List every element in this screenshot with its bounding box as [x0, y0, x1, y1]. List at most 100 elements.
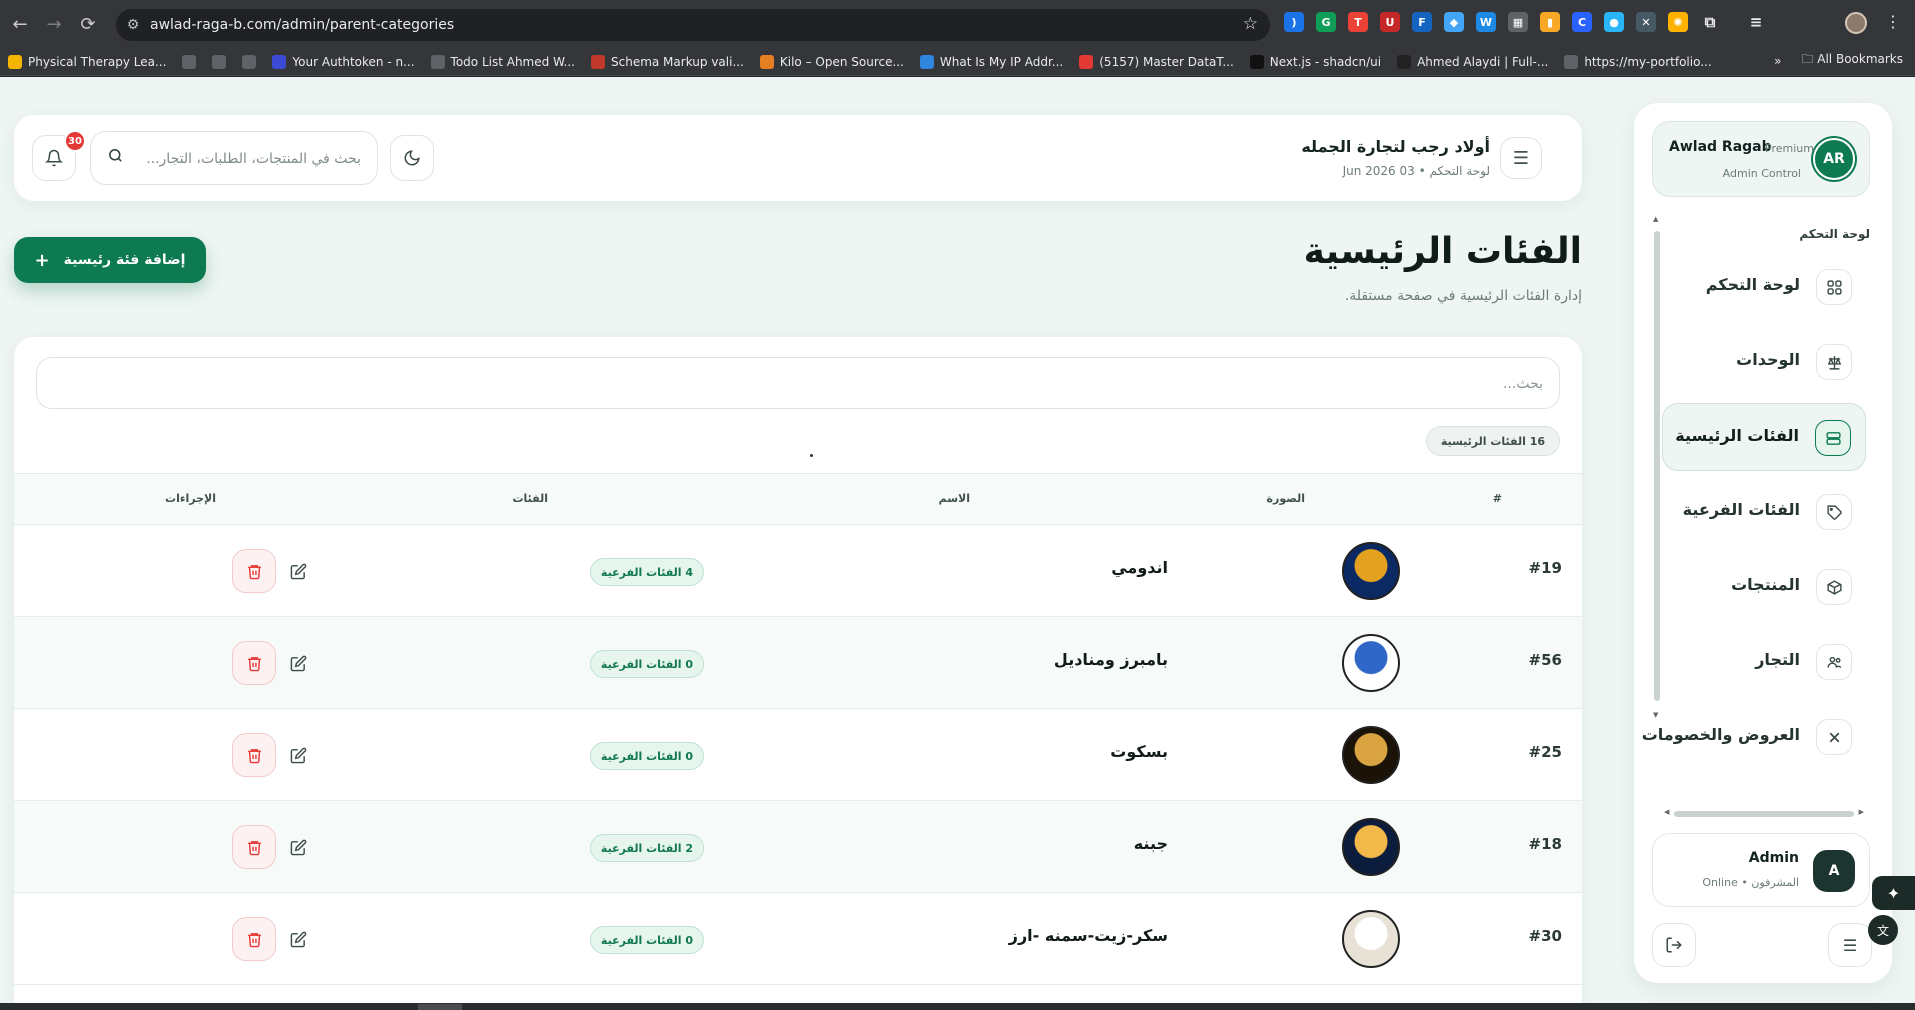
- puzzle-icon[interactable]: ⧉: [1700, 12, 1720, 32]
- extension-icon[interactable]: ▮: [1540, 12, 1560, 32]
- horizontal-scroll-thumb[interactable]: [418, 1004, 462, 1010]
- scroll-right-icon[interactable]: ▶: [1859, 808, 1864, 816]
- bookmark-item[interactable]: (5157) Master DataT...: [1071, 50, 1242, 74]
- categories-table-card: 16 الفئات الرئيسية # الصورة الاسم الفئات…: [14, 337, 1582, 1003]
- sidebar-item-label: العروض والخصومات: [1641, 725, 1800, 744]
- menu-toggle-button[interactable]: ☰: [1500, 137, 1542, 179]
- bookmark-item[interactable]: Schema Markup vali...: [583, 50, 752, 74]
- edit-button[interactable]: [284, 557, 312, 585]
- table-row: #30 سكر-زيت-سمنه -ارز 0 الفئات الفرعية: [14, 893, 1582, 985]
- edit-button[interactable]: [284, 649, 312, 677]
- extension-icon[interactable]: ◆: [1444, 12, 1464, 32]
- loading-dot: [810, 454, 813, 457]
- extension-icon[interactable]: ): [1284, 12, 1304, 32]
- horizontal-scrollbar[interactable]: [0, 1003, 1915, 1010]
- delete-button[interactable]: [232, 917, 276, 961]
- sidebar-item-6[interactable]: التجار: [1662, 628, 1866, 696]
- extension-icon[interactable]: C: [1572, 12, 1592, 32]
- bookmark-item[interactable]: https://my-portfolio...: [1556, 50, 1719, 74]
- browser-menu-icon[interactable]: ⋮: [1885, 12, 1901, 31]
- sidebar-item-label: المنتجات: [1731, 575, 1800, 594]
- global-search-input[interactable]: [141, 146, 361, 172]
- url-text[interactable]: awlad-raga-b.com/admin/parent-categories: [150, 17, 454, 33]
- subcategories-badge: 2 الفئات الفرعية: [590, 834, 704, 862]
- bookmark-item[interactable]: Ahmed Alaydi | Full-...: [1389, 50, 1556, 74]
- bookmark-favicon-icon: [759, 54, 774, 69]
- sidebar-item-1[interactable]: لوحة التحكم: [1662, 253, 1866, 321]
- all-bookmarks-folder[interactable]: 🗀 All Bookmarks: [1801, 50, 1903, 71]
- extension-icon[interactable]: U: [1380, 12, 1400, 32]
- ai-assistant-button[interactable]: ✦: [1872, 876, 1915, 910]
- extension-icon[interactable]: ▦: [1508, 12, 1528, 32]
- sidebar-item-2[interactable]: الوحدات: [1662, 328, 1866, 396]
- reading-list-icon[interactable]: ≡: [1746, 12, 1766, 32]
- back-icon[interactable]: ←: [6, 10, 34, 38]
- translate-button[interactable]: 文: [1868, 915, 1898, 945]
- bookmark-item[interactable]: [174, 50, 204, 74]
- profile-initials-avatar: AR: [1813, 138, 1855, 180]
- add-button-label: إضافة فئة رئيسية: [63, 252, 186, 268]
- address-bar[interactable]: ⚙ awlad-raga-b.com/admin/parent-categori…: [116, 9, 1270, 41]
- edit-button[interactable]: [284, 833, 312, 861]
- sidebar-item-4[interactable]: الفئات الفرعية: [1662, 478, 1866, 546]
- extension-icon[interactable]: F: [1412, 12, 1432, 32]
- bookmark-item[interactable]: Todo List Ahmed W...: [423, 50, 583, 74]
- sidebar-item-7[interactable]: العروض والخصومات: [1642, 703, 1866, 771]
- bookmark-item[interactable]: [204, 50, 234, 74]
- extension-icon[interactable]: ✺: [1668, 12, 1688, 32]
- site-info-icon[interactable]: ⚙: [116, 17, 150, 33]
- sidebar-item-3[interactable]: الفئات الرئيسية: [1662, 403, 1866, 471]
- bookmark-favicon-icon: [1249, 54, 1264, 69]
- category-name: اندومي: [1111, 558, 1168, 577]
- extension-icon[interactable]: G: [1316, 12, 1336, 32]
- reload-icon[interactable]: ⟳: [74, 10, 102, 38]
- sidebar-profile-card[interactable]: AR Awlad Ragab Premium Admin Control: [1652, 121, 1870, 197]
- delete-button[interactable]: [232, 549, 276, 593]
- sidebar-admin-card[interactable]: A Admin المشرفون • Online: [1652, 833, 1870, 907]
- extension-icon[interactable]: W: [1476, 12, 1496, 32]
- chevron-double-right-icon[interactable]: »: [1774, 54, 1781, 68]
- scroll-up-icon[interactable]: ▲: [1653, 215, 1658, 223]
- edit-icon: [290, 655, 306, 671]
- subcategories-badge: 0 الفئات الفرعية: [590, 926, 704, 954]
- col-actions: الإجراءات: [165, 492, 216, 505]
- delete-button[interactable]: [232, 733, 276, 777]
- sidebar-horizontal-scrollbar[interactable]: ◀ ▶: [1664, 808, 1864, 817]
- sparkle-icon: ✦: [1886, 883, 1901, 903]
- scroll-left-icon[interactable]: ◀: [1664, 808, 1669, 816]
- bookmark-item[interactable]: Your Authtoken - n...: [264, 50, 422, 74]
- bookmark-item[interactable]: Physical Therapy Lea...: [0, 50, 174, 74]
- theme-toggle-button[interactable]: [390, 135, 434, 181]
- bookmark-label: (5157) Master DataT...: [1099, 54, 1234, 69]
- col-name: الاسم: [938, 492, 970, 505]
- forward-icon[interactable]: →: [40, 10, 68, 38]
- edit-button[interactable]: [284, 741, 312, 769]
- bookmark-star-icon[interactable]: ☆: [1243, 14, 1258, 34]
- category-image: [1342, 910, 1400, 968]
- sidebar-item-5[interactable]: المنتجات: [1662, 553, 1866, 621]
- table-search-input[interactable]: [143, 371, 1543, 397]
- delete-button[interactable]: [232, 641, 276, 685]
- logout-button[interactable]: [1652, 923, 1696, 967]
- sidebar-collapse-button[interactable]: ☰: [1828, 923, 1872, 967]
- bookmark-item[interactable]: What Is My IP Addr...: [912, 50, 1071, 74]
- delete-button[interactable]: [232, 825, 276, 869]
- sidebar-scrollbar[interactable]: ▲ ▼: [1653, 215, 1660, 721]
- trash-icon: [247, 748, 261, 763]
- row-id: #56: [1528, 651, 1562, 669]
- bookmark-item[interactable]: Kilo – Open Source...: [752, 50, 912, 74]
- row-id: #19: [1528, 559, 1562, 577]
- scroll-down-icon[interactable]: ▼: [1653, 711, 1658, 719]
- all-bookmarks-label: All Bookmarks: [1817, 52, 1903, 66]
- bookmark-item[interactable]: Next.js - shadcn/ui: [1242, 50, 1389, 74]
- extension-icon[interactable]: T: [1348, 12, 1368, 32]
- browser-toolbar: ← → ⟳ ⚙ awlad-raga-b.com/admin/parent-ca…: [0, 0, 1915, 48]
- extension-icon[interactable]: ●: [1604, 12, 1624, 32]
- profile-avatar[interactable]: [1845, 12, 1867, 34]
- bookmark-item[interactable]: [234, 50, 264, 74]
- row-id: #25: [1528, 743, 1562, 761]
- add-parent-category-button[interactable]: إضافة فئة رئيسية +: [14, 237, 206, 283]
- scroll-thumb[interactable]: [1654, 231, 1660, 701]
- edit-button[interactable]: [284, 925, 312, 953]
- extension-icon[interactable]: ✕: [1636, 12, 1656, 32]
